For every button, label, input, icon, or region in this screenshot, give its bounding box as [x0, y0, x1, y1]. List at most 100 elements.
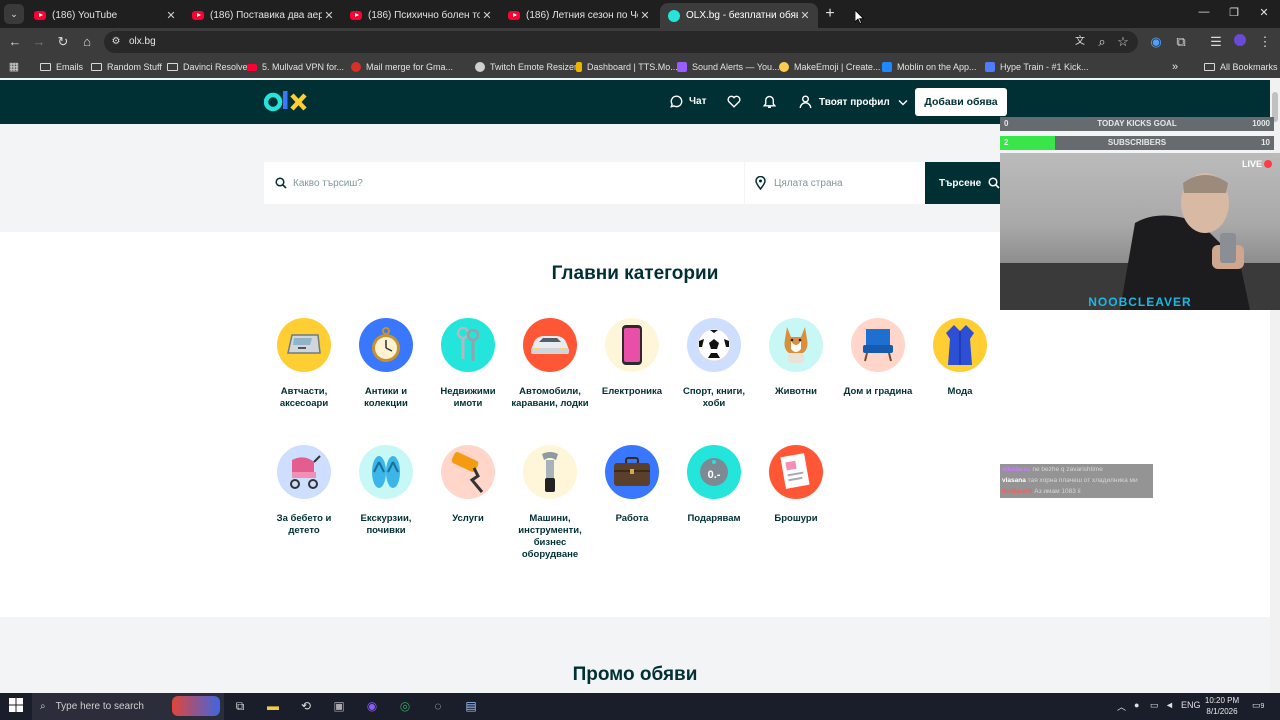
bookmark-random-stuff[interactable]: Random Stuff [91, 60, 162, 74]
apps-grid-icon[interactable]: ▦ [6, 59, 22, 75]
category-antiques[interactable]: Антики и колекции [345, 318, 427, 410]
bookmark-emote-resizer[interactable]: Twitch Emote Resizer [475, 60, 577, 74]
address-url[interactable]: olx.bg [129, 36, 156, 47]
tab-youtube[interactable]: (186) YouTube ✕ [26, 3, 184, 28]
new-tab-button[interactable]: + [822, 5, 838, 23]
hype-train-icon [985, 62, 995, 72]
back-icon[interactable]: ← [7, 34, 23, 50]
bookmark-emails[interactable]: Emails [40, 60, 83, 74]
windows-start-icon[interactable] [8, 698, 24, 714]
tab-search-list-icon[interactable]: ☰ [1208, 34, 1224, 50]
close-icon[interactable]: ✕ [164, 9, 178, 22]
close-icon[interactable]: ✕ [798, 9, 812, 22]
category-travel[interactable]: Екскурзии, почивки [345, 445, 427, 537]
search-button[interactable]: Търсене [925, 162, 1005, 204]
category-fashion[interactable]: Мода [919, 318, 1001, 398]
taskbar-search[interactable]: ⌕ Type here to search [32, 693, 224, 720]
mic-icon[interactable]: ● [1134, 700, 1139, 710]
bookmarks-overflow-button[interactable]: » [1172, 60, 1178, 74]
bookmark-mullvad[interactable]: 5. Mullvad VPN for... [247, 60, 344, 74]
volume-icon[interactable]: ◄ [1165, 700, 1174, 710]
extension-icon[interactable]: ◉ [1148, 34, 1164, 50]
profile-avatar-icon[interactable] [1232, 34, 1248, 50]
notifications-link[interactable] [763, 95, 776, 109]
category-label: Недвижими имоти [440, 386, 496, 409]
category-brochures[interactable]: Брошури [755, 445, 837, 525]
category-label: Мода [947, 386, 973, 397]
live-badge: LIVE [1242, 159, 1272, 169]
app-icon[interactable]: ▤ [463, 698, 479, 714]
category-baby[interactable]: За бебето и детето [263, 445, 345, 537]
tab-search-icon[interactable]: ⌄ [4, 4, 24, 24]
category-home-garden[interactable]: Дом и градина [837, 318, 919, 398]
favorites-link[interactable] [727, 95, 741, 108]
tab-psych[interactable]: (186) Психично болен тормоз ✕ [342, 3, 500, 28]
close-icon[interactable]: ✕ [638, 9, 652, 22]
bookmark-makeemoji[interactable]: MakeEmoji | Create... [779, 60, 880, 74]
olx-logo[interactable] [264, 90, 308, 114]
taskbar-clock[interactable]: 10:20 PM 8/1/2026 [1200, 695, 1244, 717]
site-info-icon[interactable]: ⚙ [108, 34, 124, 50]
zoom-icon[interactable]: ⌕ [1094, 34, 1110, 50]
category-cars[interactable]: Автомобили, каравани, лодки [509, 318, 591, 410]
chat-link[interactable]: Чат [670, 95, 707, 108]
tab-aerators[interactable]: (186) Поставика два аератора ✕ [184, 3, 342, 28]
close-icon[interactable]: ✕ [322, 9, 336, 22]
obs-icon[interactable]: ◌ [430, 698, 446, 714]
search-button-label: Търсене [939, 177, 982, 189]
profile-menu[interactable]: Твоят профил [799, 95, 908, 109]
chrome-icon[interactable]: ◎ [397, 698, 413, 714]
close-icon[interactable]: ✕ [480, 9, 494, 22]
bookmark-moblin[interactable]: Moblin on the App... [882, 60, 977, 74]
extensions-puzzle-icon[interactable]: ⧉ [1173, 34, 1189, 50]
home-icon[interactable]: ⌂ [79, 34, 95, 50]
translate-icon[interactable]: 文 [1072, 34, 1088, 50]
tab-olx[interactable]: OLX.bg - безплатни обяви ✕ [660, 3, 818, 28]
bookmark-hype-train[interactable]: Hype Train - #1 Kick... [985, 60, 1089, 74]
category-sports[interactable]: Спорт, книги, хоби [673, 318, 755, 410]
category-machines[interactable]: Машини, инструменти, бизнес оборудване [509, 445, 591, 561]
network-icon[interactable]: ▭ [1150, 700, 1159, 711]
forward-icon[interactable]: → [31, 34, 47, 50]
category-electronics[interactable]: Електроника [591, 318, 673, 398]
discord-icon[interactable]: ◉ [364, 698, 380, 714]
app-icon[interactable]: ⟲ [298, 698, 314, 714]
bookmark-label: All Bookmarks [1220, 62, 1278, 72]
restore-button[interactable]: ❐ [1227, 6, 1241, 19]
bookmark-mail-merge[interactable]: Mail merge for Gma... [351, 60, 453, 74]
add-ad-button[interactable]: Добави обява [915, 88, 1007, 116]
tab-title: (186) Поставика два аератора [210, 10, 322, 21]
bookmark-tts[interactable]: Dashboard | TTS.Mo... [576, 60, 678, 74]
tab-summer[interactable]: (186) Летния сезон по Черноморието ✕ [500, 3, 658, 28]
all-bookmarks-button[interactable]: All Bookmarks [1204, 60, 1278, 74]
category-services[interactable]: Услуги [427, 445, 509, 525]
tray-chevron-icon[interactable]: ︿ [1117, 700, 1126, 713]
appstore-icon [882, 62, 892, 72]
bookmark-sound-alerts[interactable]: Sound Alerts — You... [677, 60, 780, 74]
address-bar[interactable] [104, 31, 1138, 53]
flip-flops-icon [359, 445, 413, 499]
category-auto-parts[interactable]: Автчасти, аксесоари [263, 318, 345, 410]
window-close-button[interactable]: ✕ [1257, 6, 1271, 19]
reload-icon[interactable]: ↻ [55, 34, 71, 50]
menu-dots-icon[interactable]: ⋮ [1257, 34, 1273, 50]
app-window-icon[interactable]: ▣ [331, 698, 347, 714]
category-label: Брошури [774, 513, 818, 524]
bookmark-davinci[interactable]: Davinci Resolve [167, 60, 248, 74]
category-real-estate[interactable]: Недвижими имоти [427, 318, 509, 410]
emoji-icon [779, 62, 789, 72]
category-animals[interactable]: Животни [755, 318, 837, 398]
file-explorer-icon[interactable]: ▬ [265, 698, 281, 714]
subscribers-goal-bar: 2 SUBSCRIBERS 10 [1000, 136, 1274, 150]
bookmark-star-icon[interactable]: ☆ [1115, 34, 1131, 50]
category-giveaway[interactable]: 0.- Подарявам [673, 445, 755, 525]
task-view-icon[interactable]: ⧉ [232, 698, 248, 714]
location-input[interactable]: Цялата страна [745, 162, 925, 204]
bookmark-label: Mail merge for Gma... [366, 62, 454, 72]
language-indicator[interactable]: ENG [1181, 700, 1201, 710]
search-input[interactable]: Какво търсиш? [264, 162, 744, 204]
minimize-button[interactable]: — [1197, 6, 1211, 18]
notification-center-icon[interactable]: ▭9 [1252, 700, 1264, 711]
category-jobs[interactable]: Работа [591, 445, 673, 525]
notification-count: 9 [1260, 703, 1265, 710]
